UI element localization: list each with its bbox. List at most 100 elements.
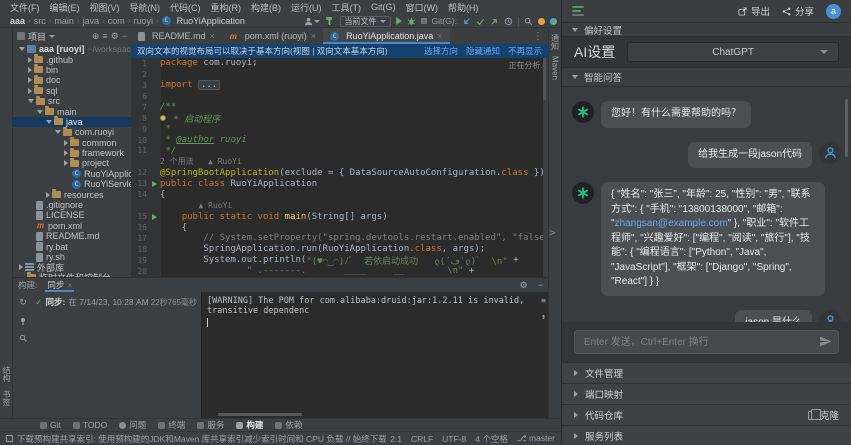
status-segment[interactable]: UTF-8 <box>442 434 466 444</box>
git-push-button[interactable] <box>490 17 499 26</box>
model-select[interactable]: ChatGPT <box>627 42 839 62</box>
chat-scrollbar[interactable] <box>845 99 848 157</box>
menu-item[interactable]: 帮助(H) <box>444 1 483 14</box>
tree-item[interactable]: project <box>13 158 131 168</box>
tree-item[interactable]: resources <box>13 189 131 199</box>
build-output[interactable]: [WARNING] The POM for com.alibaba:druid:… <box>201 292 548 418</box>
output-hscrollbar[interactable] <box>218 413 302 416</box>
editor-tab[interactable]: README.md× <box>131 28 222 44</box>
collapse-all-icon[interactable]: ≡ <box>102 32 107 41</box>
breadcrumb-item[interactable]: src <box>32 16 48 26</box>
settings-gear-icon[interactable]: ⚙ <box>111 32 119 41</box>
intention-bulb-icon[interactable] <box>160 115 166 121</box>
scroll-end-icon[interactable]: ⇟ <box>541 312 546 321</box>
locate-file-icon[interactable]: ⊕ <box>92 32 100 41</box>
banner-link[interactable]: 隐藏通知 <box>466 45 500 57</box>
menu-item[interactable]: 编辑(E) <box>46 1 84 14</box>
close-icon[interactable]: × <box>437 31 442 41</box>
tree-item[interactable]: doc <box>13 75 131 85</box>
status-segment[interactable]: 4 个空格 <box>475 433 508 445</box>
tree-item[interactable]: bin <box>13 65 131 75</box>
close-icon[interactable]: × <box>210 31 215 41</box>
send-icon[interactable] <box>819 335 832 348</box>
tree-item[interactable]: aaa [ruoyi]~/workspace/aaa <box>13 44 131 54</box>
clone-button[interactable]: 克隆 <box>808 408 839 422</box>
refresh-icon[interactable]: ↻ <box>19 297 27 308</box>
build-hammer-icon[interactable] <box>325 16 335 26</box>
search-icon[interactable] <box>524 17 533 26</box>
chat-bubble[interactable]: { "姓名": "张三", "年龄": 25, "性别": "男", "联系方式… <box>601 182 825 296</box>
tree-item[interactable]: CRuoYiServletInitiali <box>13 179 131 189</box>
hide-panel-icon[interactable]: − <box>122 32 127 41</box>
tree-item[interactable]: com.ruoyi <box>13 127 131 137</box>
banner-link[interactable]: 选择方向 <box>424 45 458 57</box>
tree-item[interactable]: java <box>13 117 131 127</box>
tree-item[interactable]: sql <box>13 86 131 96</box>
run-gutter-icon[interactable] <box>152 214 157 220</box>
breadcrumb-item[interactable]: main <box>52 16 76 26</box>
menu-icon[interactable] <box>572 6 584 16</box>
tree-item[interactable]: README.md <box>13 231 131 241</box>
section-端口映射[interactable]: 端口映射 <box>562 383 851 404</box>
more-icon[interactable]: ⋮ <box>528 28 548 44</box>
menu-item[interactable]: 导航(N) <box>126 1 165 14</box>
menu-item[interactable]: 代码(C) <box>166 1 205 14</box>
run-config-select[interactable]: 当前文件 <box>340 16 391 27</box>
stripe-item[interactable]: 结构 <box>1 366 12 382</box>
settings-gear-icon[interactable]: ⚙ <box>520 280 528 291</box>
run-button[interactable] <box>396 17 402 25</box>
breadcrumb-item[interactable]: ruoyi <box>131 16 155 26</box>
tree-item[interactable]: ry.bat <box>13 241 131 251</box>
git-commit-button[interactable] <box>476 17 485 26</box>
section-服务列表[interactable]: 服务列表 <box>562 425 851 445</box>
breadcrumb-item[interactable]: com <box>106 16 127 26</box>
status-segment[interactable]: 2:1 <box>390 434 402 444</box>
status-message[interactable]: 下载预构建共享索引: 使用预构建的JDK和Maven 库共享索引减少索引时间和 … <box>17 433 386 445</box>
stop-button[interactable] <box>421 18 427 24</box>
chat-input[interactable] <box>574 330 839 354</box>
toolwindow-button-problems[interactable]: 问题 <box>119 419 146 431</box>
filter-settings-icon[interactable] <box>19 334 27 342</box>
toolwindow-button-build[interactable]: 构建 <box>236 419 263 431</box>
section-preferences[interactable]: 偏好设置 <box>562 22 851 37</box>
toolwindow-button-deps[interactable]: 依赖 <box>275 419 302 431</box>
close-icon[interactable]: × <box>67 280 72 290</box>
editor-scrollbar[interactable] <box>543 58 546 100</box>
editor-tab[interactable]: mpom.xml (ruoyi)× <box>222 28 323 44</box>
banner-link[interactable]: 不再显示 <box>508 45 542 57</box>
chat-bubble[interactable]: 您好！有什么需要帮助的吗？ <box>601 101 751 128</box>
menu-item[interactable]: 重构(R) <box>207 1 246 14</box>
stripe-item-maven[interactable]: Maven <box>551 56 560 80</box>
menu-item[interactable]: 构建(B) <box>247 1 285 14</box>
debug-button[interactable] <box>407 17 416 26</box>
tree-item[interactable]: .gitignore <box>13 200 131 210</box>
export-button[interactable]: 导出 <box>738 4 770 18</box>
tree-item[interactable]: ry.sh <box>13 252 131 262</box>
menu-item[interactable]: 窗口(W) <box>402 1 443 14</box>
plugin-icon[interactable] <box>550 18 557 25</box>
menu-item[interactable]: Git(G) <box>367 2 400 12</box>
git-update-button[interactable] <box>462 17 471 26</box>
toolwindow-button-services[interactable]: 服务 <box>197 419 224 431</box>
git-branch-segment[interactable]: ⎇ master <box>517 433 555 444</box>
breadcrumb-item[interactable]: CRuoYiApplication <box>160 16 247 26</box>
share-button[interactable]: 分享 <box>782 4 814 18</box>
menu-item[interactable]: 工具(T) <box>328 1 366 14</box>
close-icon[interactable]: × <box>311 31 316 41</box>
stripe-item[interactable]: 书签 <box>1 390 12 406</box>
toolwindow-button-terminal[interactable]: 终端 <box>158 419 185 431</box>
hide-panel-icon[interactable]: − <box>538 280 543 291</box>
chat-text-link[interactable]: zhangsan@example.com <box>615 218 728 229</box>
stripe-item-notifications[interactable]: 通知 <box>550 34 561 50</box>
tree-item[interactable]: common <box>13 138 131 148</box>
code-editor[interactable]: 1package com.ruoyi;23import ...67/**8 * … <box>131 58 543 277</box>
menu-item[interactable]: 运行(U) <box>287 1 326 14</box>
section-代码仓库[interactable]: 代码仓库克隆 <box>562 404 851 425</box>
build-tab-sync[interactable]: 同步× <box>45 278 74 292</box>
avatar[interactable]: a <box>826 4 841 19</box>
panel-collapse-arrow[interactable]: > <box>549 226 556 239</box>
history-button[interactable] <box>504 17 513 26</box>
notifications-dot-icon[interactable] <box>538 18 545 25</box>
toolwindow-button-branch[interactable]: Git <box>40 420 61 430</box>
breadcrumb-item[interactable]: aaa <box>8 16 27 26</box>
